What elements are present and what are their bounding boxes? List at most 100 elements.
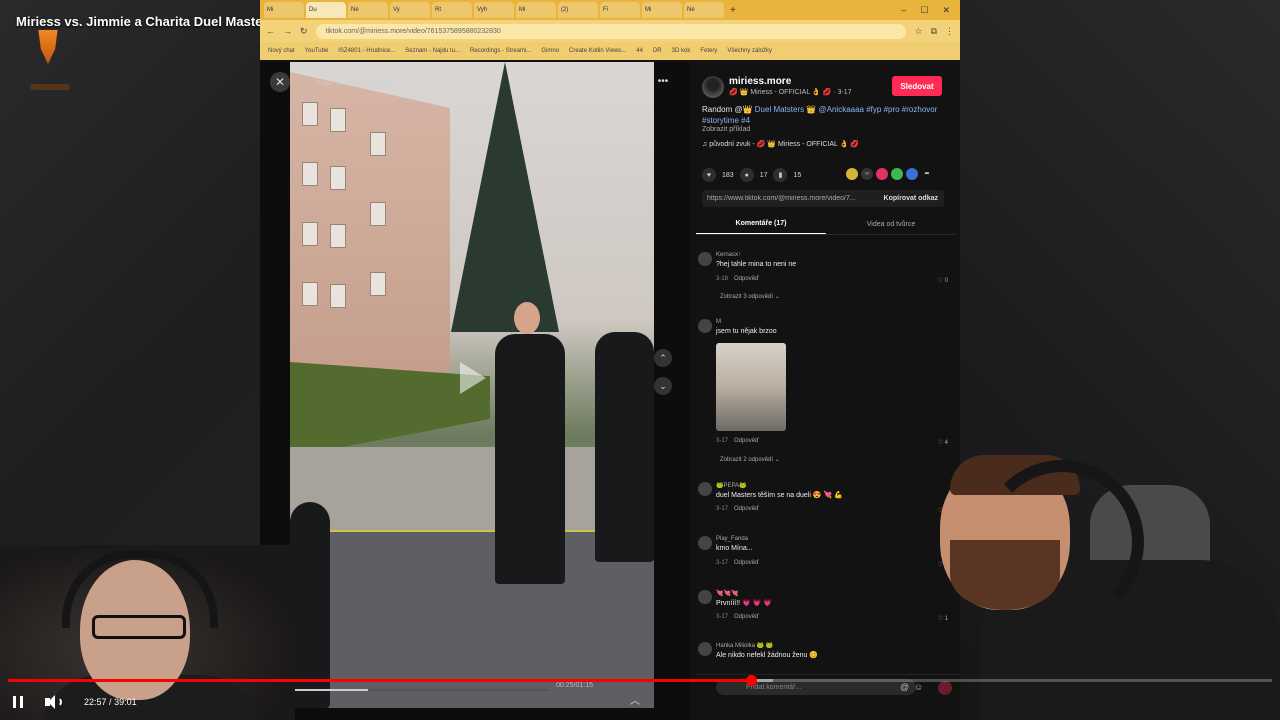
- comment-item: 🐸PEPA🐸 duel Masters těším se na dueli 😍 …: [696, 482, 952, 518]
- view-replies-link[interactable]: Zobrazit 3 odpovědí ⌄: [720, 293, 780, 300]
- chevron-down-icon[interactable]: ⌄: [654, 377, 672, 395]
- close-window-icon[interactable]: ✕: [942, 5, 950, 16]
- facebook-icon[interactable]: [906, 168, 918, 180]
- menu-icon[interactable]: ⋮: [945, 26, 954, 37]
- saves-count: 15: [793, 171, 802, 179]
- new-tab-icon[interactable]: +: [730, 5, 736, 16]
- comment-user[interactable]: Play_Fanda: [716, 536, 748, 542]
- tiktok-progress-bar[interactable]: [290, 689, 550, 691]
- avatar[interactable]: [702, 76, 724, 98]
- find-similar-label[interactable]: Najdi podobný obsah: [315, 78, 390, 87]
- share-icon[interactable]: [876, 168, 888, 180]
- avatar[interactable]: [698, 482, 712, 496]
- tab-comments[interactable]: Komentáře (17): [696, 214, 826, 234]
- bookmark-item[interactable]: Recordings - Streami...: [470, 48, 531, 54]
- building-window: [370, 132, 386, 156]
- comment-user[interactable]: 🐸PEPA🐸: [716, 482, 747, 489]
- view-replies-link[interactable]: Zobrazit 2 odpovědí ⌄: [720, 456, 780, 463]
- browser-tab[interactable]: Mi: [264, 2, 304, 18]
- bookmark-item[interactable]: Gimno: [541, 48, 559, 54]
- comment-user[interactable]: M: [716, 319, 721, 325]
- video-progress-bar[interactable]: [8, 675, 1272, 686]
- copy-link-button[interactable]: Kopírovat odkaz: [878, 195, 944, 202]
- share-link-url[interactable]: https://www.tiktok.com/@miriess.more/vid…: [702, 195, 878, 202]
- reply-link[interactable]: Odpověď: [734, 560, 759, 566]
- pause-button[interactable]: [0, 688, 36, 716]
- building-window: [330, 224, 346, 248]
- speaker-cone: [48, 695, 55, 709]
- avatar[interactable]: [698, 252, 712, 266]
- bookmark-item[interactable]: Create Kotlin Views...: [569, 48, 626, 54]
- extensions-icon[interactable]: ⧉: [931, 26, 937, 37]
- tiktok-video[interactable]: [290, 62, 654, 708]
- bookmark-item[interactable]: Nový chat: [268, 48, 295, 54]
- bookmark-item[interactable]: YouTube: [305, 48, 329, 54]
- bookmark-item[interactable]: Seznam - Najdu tu...: [405, 48, 460, 54]
- comment-likes[interactable]: ♡ 0: [938, 277, 948, 284]
- browser-tab[interactable]: Rt: [432, 2, 472, 18]
- browser-tab-active[interactable]: Du: [306, 2, 346, 18]
- comment-icon[interactable]: ●: [739, 168, 754, 182]
- reply-link[interactable]: Odpověď: [734, 438, 759, 444]
- reload-icon[interactable]: ↻: [300, 26, 308, 37]
- avatar[interactable]: [698, 642, 712, 656]
- comment-user[interactable]: Kernasx↑: [716, 252, 741, 258]
- avatar[interactable]: [698, 590, 712, 604]
- emoji-icon[interactable]: ☺: [914, 682, 923, 692]
- share-icon[interactable]: [891, 168, 903, 180]
- forward-icon[interactable]: →: [283, 26, 292, 36]
- browser-tab[interactable]: Vy: [390, 2, 430, 18]
- comment-user[interactable]: 💘💘💘: [716, 590, 738, 597]
- show-example-link[interactable]: Zobrazit příklad: [702, 126, 750, 133]
- avatar[interactable]: [698, 536, 712, 550]
- chevron-up-icon[interactable]: ⌃: [654, 349, 672, 367]
- bookmark-star-icon[interactable]: ☆: [914, 26, 922, 37]
- comment-text: duel Masters těším se na dueli 😍 💘 💪: [716, 492, 843, 499]
- maximize-icon[interactable]: ☐: [920, 5, 928, 16]
- comment-user[interactable]: Hanka Miliolka 🐸 🐸: [716, 642, 773, 649]
- caption-prefix: Random @👑: [702, 105, 755, 114]
- bookmark-item[interactable]: 3D kok: [672, 48, 691, 54]
- bookmark-item[interactable]: Fetery: [700, 48, 717, 54]
- mention-icon[interactable]: @: [900, 682, 909, 692]
- comment-text: kmo Mína...: [716, 545, 753, 552]
- reply-link[interactable]: Odpověď: [734, 614, 759, 620]
- browser-tab[interactable]: Mi: [516, 2, 556, 18]
- player-controls: 22:57 / 39:01: [0, 688, 137, 716]
- share-arrow-icon[interactable]: ➦: [921, 168, 933, 180]
- close-icon[interactable]: ✕: [270, 72, 290, 92]
- embed-icon[interactable]: ‹›: [861, 168, 873, 180]
- bookmark-icon[interactable]: ▮: [773, 168, 788, 182]
- bookmark-item[interactable]: Všechny záložky: [727, 48, 772, 54]
- bookmark-item[interactable]: DR: [653, 48, 662, 54]
- back-icon[interactable]: ←: [266, 26, 275, 36]
- follow-button[interactable]: Sledovat: [892, 76, 942, 96]
- duration: 39:01: [114, 697, 137, 707]
- avatar[interactable]: [698, 319, 712, 333]
- browser-tab[interactable]: Ne: [684, 2, 724, 18]
- play-icon[interactable]: [460, 362, 486, 394]
- comment-input-row: Přidat komentář... @ ☺: [696, 674, 960, 699]
- post-username[interactable]: miriess.more: [729, 76, 791, 87]
- minimize-icon[interactable]: –: [901, 5, 906, 16]
- heart-icon[interactable]: ♥: [702, 168, 716, 182]
- tab-creator-videos[interactable]: Videa od tvůrce: [826, 214, 956, 234]
- browser-tab[interactable]: Vyh: [474, 2, 514, 18]
- url-field[interactable]: tiktok.com/@miriess.more/video/761537589…: [315, 23, 907, 39]
- browser-tab[interactable]: Fi: [600, 2, 640, 18]
- browser-tab[interactable]: Mi: [642, 2, 682, 18]
- volume-button[interactable]: [36, 688, 72, 716]
- browser-tab[interactable]: (2): [558, 2, 598, 18]
- comment-image[interactable]: [716, 343, 786, 431]
- bookmark-item[interactable]: 44: [636, 48, 643, 54]
- current-time: 22:57: [84, 697, 107, 707]
- browser-tab[interactable]: Ne: [348, 2, 388, 18]
- sound-link[interactable]: ♫ původní zvuk - 💋 👑 Miriess - OFFICIAL …: [702, 140, 859, 148]
- reply-link[interactable]: Odpověď: [734, 506, 759, 512]
- comment-text: jsem tu nějak brzoo: [716, 328, 777, 335]
- bookmark-item[interactable]: ISZ4801 - Hrudnice...: [338, 48, 395, 54]
- more-icon[interactable]: •••: [654, 72, 672, 90]
- reply-link[interactable]: Odpověď: [734, 276, 759, 282]
- chevron-up-icon[interactable]: ︿: [630, 692, 640, 707]
- share-icon[interactable]: [846, 168, 858, 180]
